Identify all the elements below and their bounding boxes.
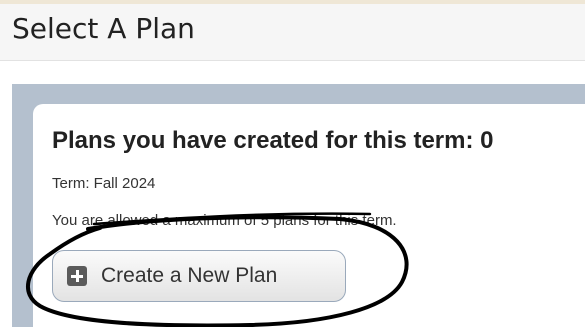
plans-count-heading: Plans you have created for this term: 0: [52, 127, 494, 154]
create-new-plan-button[interactable]: Create a New Plan: [52, 250, 346, 302]
plus-square-icon: [67, 266, 87, 286]
page-header: Select A Plan: [0, 4, 585, 61]
term-label: Term: Fall 2024: [52, 175, 156, 192]
max-plans-text: You are allowed a maximum of 5 plans for…: [52, 212, 397, 229]
create-new-plan-label: Create a New Plan: [101, 264, 278, 287]
page-title: Select A Plan: [12, 12, 195, 45]
page: Select A Plan Plans you have created for…: [0, 0, 585, 327]
